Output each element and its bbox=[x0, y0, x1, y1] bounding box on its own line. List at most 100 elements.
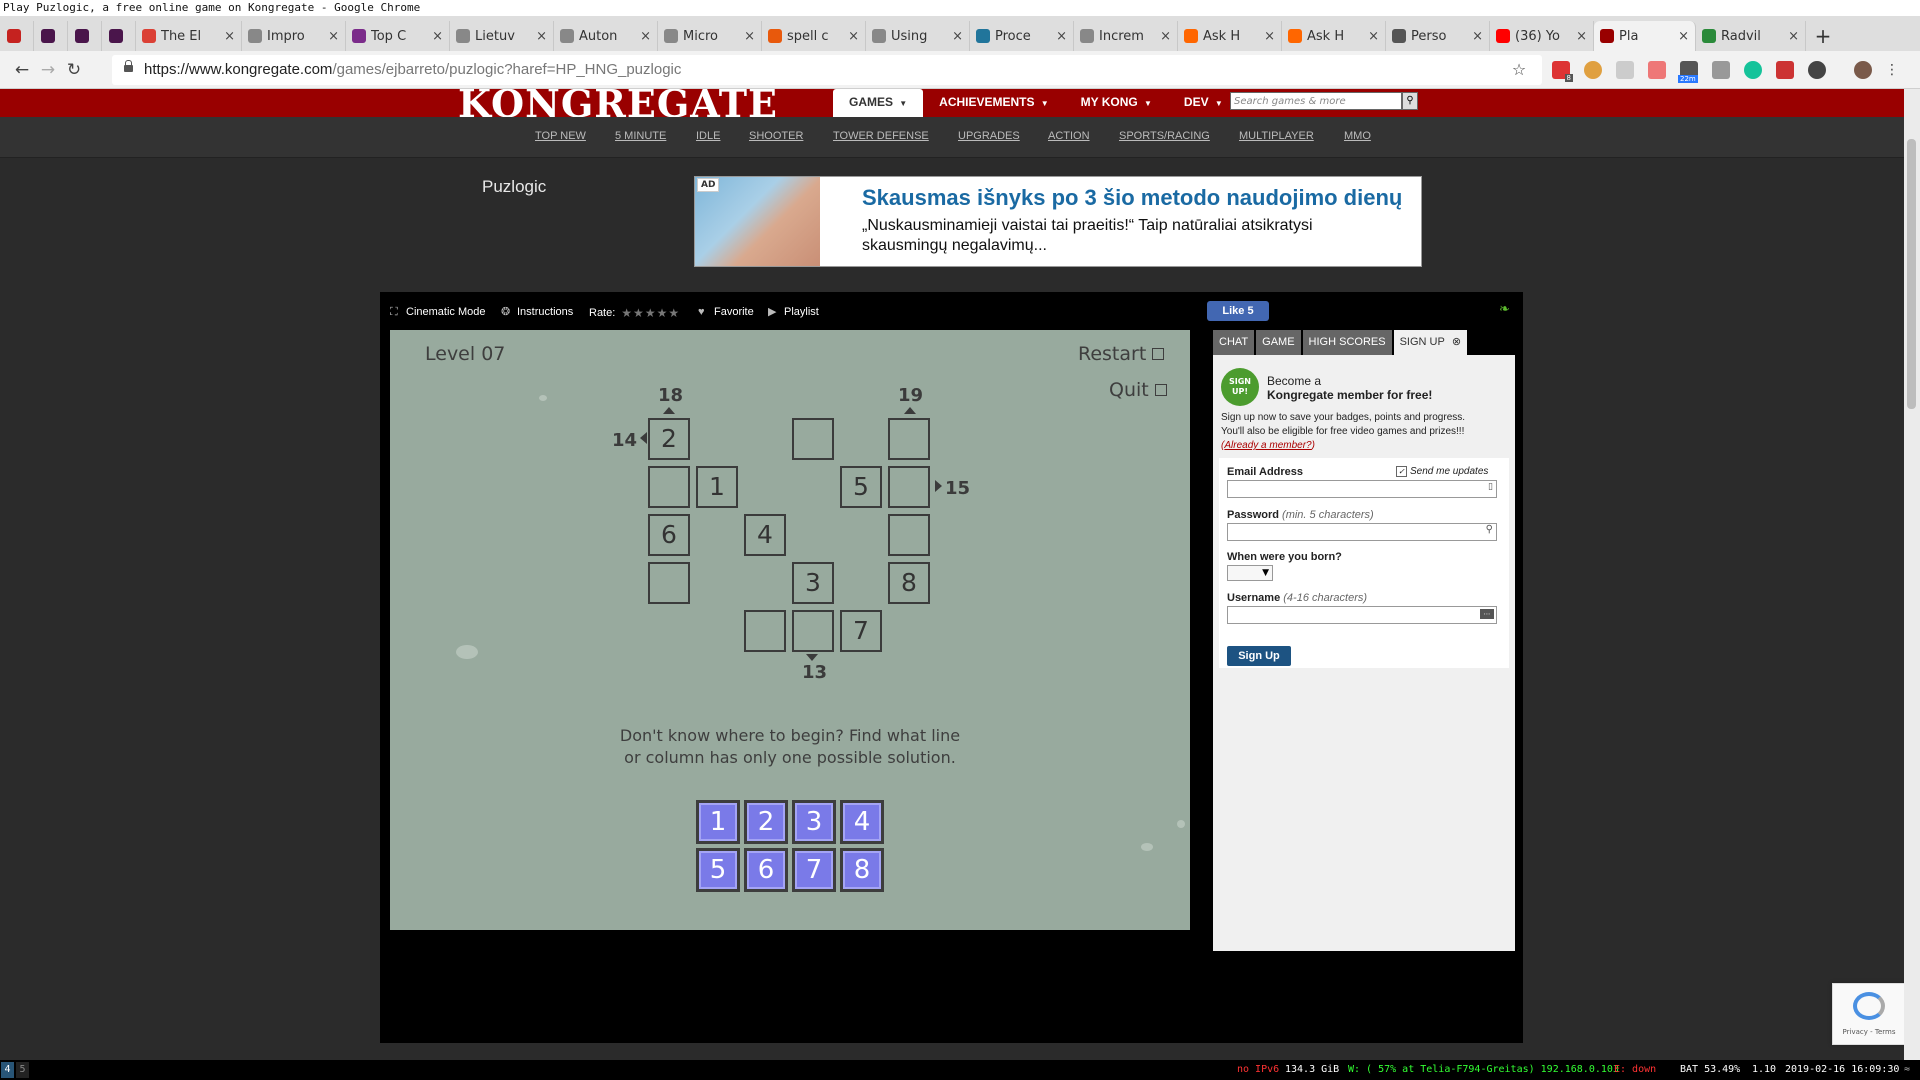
facebook-like-button[interactable]: Like 5 bbox=[1207, 301, 1269, 321]
grid-cell-empty[interactable] bbox=[744, 610, 786, 652]
leaf-icon[interactable]: ❧ bbox=[1499, 302, 1511, 317]
category-link[interactable]: SPORTS/RACING bbox=[1119, 130, 1210, 142]
grid-cell-filled[interactable]: 6 bbox=[648, 514, 690, 556]
category-link[interactable]: TOWER DEFENSE bbox=[833, 130, 929, 142]
browser-tab[interactable]: spell c × bbox=[762, 21, 866, 51]
key-icon[interactable]: ⚲ bbox=[1486, 524, 1493, 535]
browser-tab[interactable]: Radvil × bbox=[1696, 21, 1806, 51]
grid-cell-empty[interactable] bbox=[792, 610, 834, 652]
close-tab-icon[interactable]: × bbox=[744, 29, 755, 44]
browser-tab[interactable]: Top C × bbox=[346, 21, 450, 51]
browser-tab[interactable]: Micro × bbox=[658, 21, 762, 51]
category-link[interactable]: IDLE bbox=[696, 130, 720, 142]
grid-cell-filled[interactable]: 1 bbox=[696, 466, 738, 508]
browser-tab[interactable]: Auton × bbox=[554, 21, 658, 51]
favorite-button[interactable]: ♥ Favorite bbox=[698, 306, 754, 318]
rating-widget[interactable]: Rate: ★★★★★ bbox=[589, 306, 680, 320]
number-piece[interactable]: 8 bbox=[840, 848, 884, 892]
close-tab-icon[interactable]: × bbox=[432, 29, 443, 44]
forward-icon[interactable]: → bbox=[38, 60, 58, 80]
close-tab-icon[interactable]: × bbox=[640, 29, 651, 44]
number-piece[interactable]: 6 bbox=[744, 848, 788, 892]
nav-games[interactable]: GAMES ▼ bbox=[833, 89, 924, 117]
extension-wordpress-icon[interactable] bbox=[1808, 61, 1826, 79]
number-piece[interactable]: 2 bbox=[744, 800, 788, 844]
nav-dev[interactable]: DEV ▼ bbox=[1168, 89, 1239, 117]
extension-camera-icon[interactable] bbox=[1712, 61, 1730, 79]
autofill-icon[interactable]: ⋯ bbox=[1480, 609, 1494, 619]
browser-tab[interactable]: Using × bbox=[866, 21, 970, 51]
browser-tab[interactable]: Pla × bbox=[1594, 21, 1696, 51]
category-link[interactable]: 5 MINUTE bbox=[615, 130, 666, 142]
recaptcha-badge[interactable]: Privacy - Terms bbox=[1832, 983, 1904, 1045]
panel-tab-chat[interactable]: CHAT bbox=[1213, 330, 1255, 355]
bookmark-star-icon[interactable]: ☆ bbox=[1509, 60, 1529, 80]
profile-avatar[interactable] bbox=[1854, 61, 1872, 79]
workspace-5[interactable]: 5 bbox=[16, 1062, 29, 1078]
browser-tab[interactable] bbox=[0, 21, 34, 51]
reload-icon[interactable]: ↻ bbox=[64, 60, 84, 80]
send-updates-checkbox[interactable]: ✓ Send me updates bbox=[1396, 466, 1488, 477]
browser-tab[interactable]: Impro × bbox=[242, 21, 346, 51]
extension-cross-icon[interactable] bbox=[1648, 61, 1666, 79]
browser-tab[interactable]: Proce × bbox=[970, 21, 1074, 51]
search-icon[interactable]: ⚲ bbox=[1402, 92, 1418, 110]
restart-button[interactable]: Restart bbox=[1078, 343, 1165, 365]
close-tab-icon[interactable]: × bbox=[328, 29, 339, 44]
back-icon[interactable]: ← bbox=[12, 60, 32, 80]
workspace-4[interactable]: 4 bbox=[1, 1062, 14, 1078]
birthdate-select[interactable]: ▼ bbox=[1227, 565, 1273, 581]
close-tab-icon[interactable]: × bbox=[224, 29, 235, 44]
browser-tab[interactable]: Increm × bbox=[1074, 21, 1178, 51]
grid-cell-filled[interactable]: 4 bbox=[744, 514, 786, 556]
new-tab-button[interactable]: + bbox=[1806, 21, 1840, 51]
grid-cell-filled[interactable]: 3 bbox=[792, 562, 834, 604]
nav-achievements[interactable]: ACHIEVEMENTS ▼ bbox=[923, 89, 1064, 117]
extension-red-icon[interactable] bbox=[1776, 61, 1794, 79]
password-manager-icon[interactable]: ▯ bbox=[1488, 482, 1493, 492]
category-link[interactable]: TOP NEW bbox=[535, 130, 586, 142]
grid-cell-filled[interactable]: 7 bbox=[840, 610, 882, 652]
close-tab-icon[interactable]: × bbox=[536, 29, 547, 44]
number-piece[interactable]: 4 bbox=[840, 800, 884, 844]
signup-button[interactable]: Sign Up bbox=[1227, 646, 1291, 666]
close-tab-icon[interactable]: × bbox=[848, 29, 859, 44]
number-piece[interactable]: 3 bbox=[792, 800, 836, 844]
browser-tab[interactable]: Perso × bbox=[1386, 21, 1490, 51]
email-field[interactable]: ▯ bbox=[1227, 480, 1497, 498]
nav-my-kong[interactable]: MY KONG ▼ bbox=[1065, 89, 1168, 117]
scrollbar-thumb[interactable] bbox=[1907, 139, 1916, 409]
close-icon[interactable]: ⊗ bbox=[1449, 336, 1461, 348]
number-piece[interactable]: 5 bbox=[696, 848, 740, 892]
close-tab-icon[interactable]: × bbox=[1056, 29, 1067, 44]
close-tab-icon[interactable]: × bbox=[1678, 29, 1689, 44]
browser-tab[interactable] bbox=[68, 21, 102, 51]
advertisement-banner[interactable]: AD Skausmas išnyks po 3 šio metodo naudo… bbox=[694, 176, 1422, 267]
close-tab-icon[interactable]: × bbox=[1472, 29, 1483, 44]
cinematic-mode-button[interactable]: ⛶ Cinematic Mode bbox=[390, 306, 485, 318]
extension-cookie-icon[interactable] bbox=[1584, 61, 1602, 79]
menu-icon[interactable]: ⋮ bbox=[1882, 60, 1902, 80]
game-canvas[interactable]: Level 07 Restart Quit 18 19 14 15 13 215… bbox=[390, 330, 1190, 930]
extension-adblock-icon[interactable]: 8 bbox=[1552, 61, 1573, 82]
browser-tab[interactable]: The El × bbox=[136, 21, 242, 51]
category-link[interactable]: ACTION bbox=[1048, 130, 1090, 142]
close-tab-icon[interactable]: × bbox=[1576, 29, 1587, 44]
search-input[interactable]: Search games & more bbox=[1230, 92, 1402, 110]
grid-cell-filled[interactable]: 8 bbox=[888, 562, 930, 604]
close-tab-icon[interactable]: × bbox=[952, 29, 963, 44]
extension-screen-icon[interactable] bbox=[1616, 61, 1634, 79]
panel-tab-sign-up[interactable]: SIGN UP ⊗ bbox=[1393, 330, 1468, 355]
quit-button[interactable]: Quit bbox=[1109, 379, 1167, 401]
grid-cell-empty[interactable] bbox=[888, 514, 930, 556]
checkbox-checked-icon[interactable]: ✓ bbox=[1396, 466, 1407, 477]
grid-cell-empty[interactable] bbox=[888, 466, 930, 508]
already-member-link[interactable]: (Already a member?) bbox=[1221, 440, 1315, 451]
grid-cell-empty[interactable] bbox=[648, 466, 690, 508]
category-link[interactable]: UPGRADES bbox=[958, 130, 1020, 142]
rating-stars-icon[interactable]: ★★★★★ bbox=[621, 306, 680, 320]
category-link[interactable]: SHOOTER bbox=[749, 130, 803, 142]
close-tab-icon[interactable]: × bbox=[1160, 29, 1171, 44]
number-piece[interactable]: 1 bbox=[696, 800, 740, 844]
category-link[interactable]: MULTIPLAYER bbox=[1239, 130, 1314, 142]
